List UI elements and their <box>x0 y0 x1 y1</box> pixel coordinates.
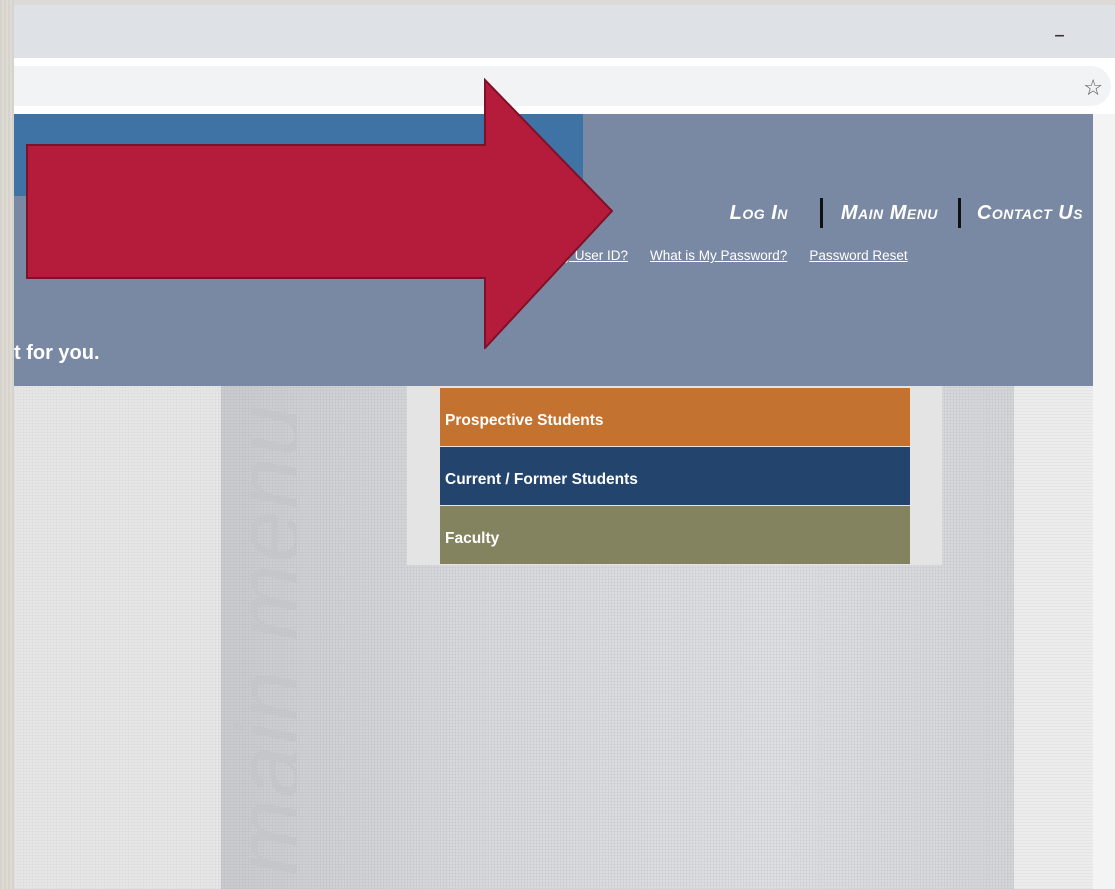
password-reset-link[interactable]: Password Reset <box>809 248 907 263</box>
slide-margin <box>0 0 14 889</box>
menu-item-faculty[interactable]: Faculty <box>440 506 910 564</box>
menu-item-current-former-students[interactable]: Current / Former Students <box>440 447 910 505</box>
nav-divider <box>957 198 961 228</box>
watermark-text: main menu <box>218 402 297 876</box>
nav-divider <box>819 198 823 228</box>
menu-item-prospective-students[interactable]: Prospective Students <box>440 388 910 446</box>
main-content: main menu Prospective Students Current /… <box>14 386 1093 889</box>
main-menu-link[interactable]: Main Menu <box>841 202 938 225</box>
browser-tab-strip: – <box>14 5 1115 58</box>
scrollbar-gutter[interactable] <box>1093 114 1115 889</box>
password-help-link[interactable]: What is My Password? <box>650 248 787 263</box>
top-nav: Log In Main Menu Contact Us <box>730 198 1083 228</box>
main-menu-watermark: main menu <box>207 386 297 889</box>
login-link[interactable]: Log In <box>730 202 788 225</box>
arrow-icon <box>26 78 613 349</box>
arrow-shape <box>26 78 613 349</box>
star-icon[interactable]: ☆ <box>1083 76 1103 101</box>
minimize-icon[interactable]: – <box>1054 25 1065 47</box>
right-margin <box>1014 386 1093 889</box>
contact-us-link[interactable]: Contact Us <box>977 202 1083 225</box>
main-menu: Prospective Students Current / Former St… <box>407 386 942 565</box>
